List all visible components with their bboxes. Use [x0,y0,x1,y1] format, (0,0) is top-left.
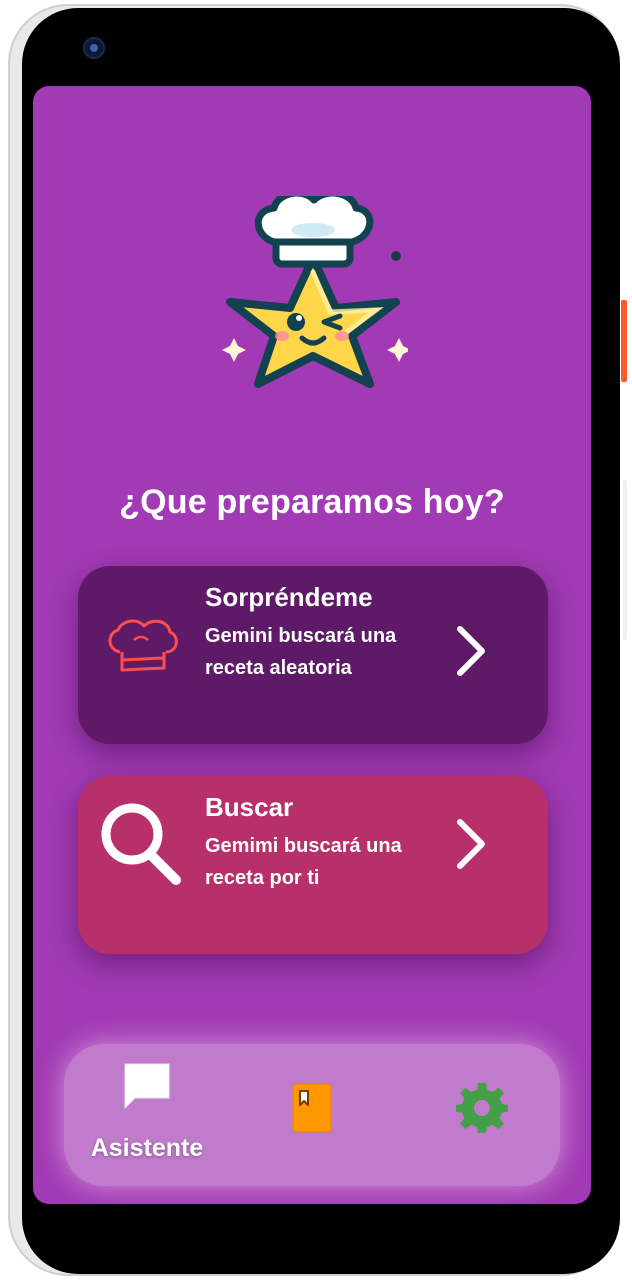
power-button [621,300,627,382]
nav-label-asistente: Asistente [90,1134,204,1162]
surprise-me-card[interactable]: Sorpréndeme Gemini buscará una receta al… [78,566,548,744]
nav-item-asistente[interactable]: Asistente [77,1044,217,1186]
chevron-right-icon [457,626,485,676]
chef-star-mascot-logo [222,196,408,388]
search-icon [101,803,181,885]
search-card-title: Buscar [205,792,294,822]
app-screen: ¿Que preparamos hoy? Sorpréndeme Gemini … [33,86,591,1204]
chef-hat-icon [108,619,178,672]
search-card[interactable]: Buscar Gemimi buscará una receta por ti [78,776,548,954]
search-card-description: Gemimi buscará una receta por ti [205,835,402,889]
nav-item-settings[interactable] [444,1044,524,1186]
surprise-card-description: Gemini buscará una receta aleatoria [205,625,397,679]
volume-button [623,480,627,640]
chevron-right-icon [457,819,485,869]
nav-item-recipe-book[interactable] [274,1044,354,1186]
page-title: ¿Que preparamos hoy? [119,483,505,521]
bottom-navigation-bar: Asistente [64,1044,560,1186]
front-camera [83,37,105,59]
surprise-card-title: Sorpréndeme [205,582,373,612]
recipe-book-icon [292,1083,332,1133]
gear-icon [456,1082,508,1133]
chat-bubble-icon [124,1063,170,1110]
